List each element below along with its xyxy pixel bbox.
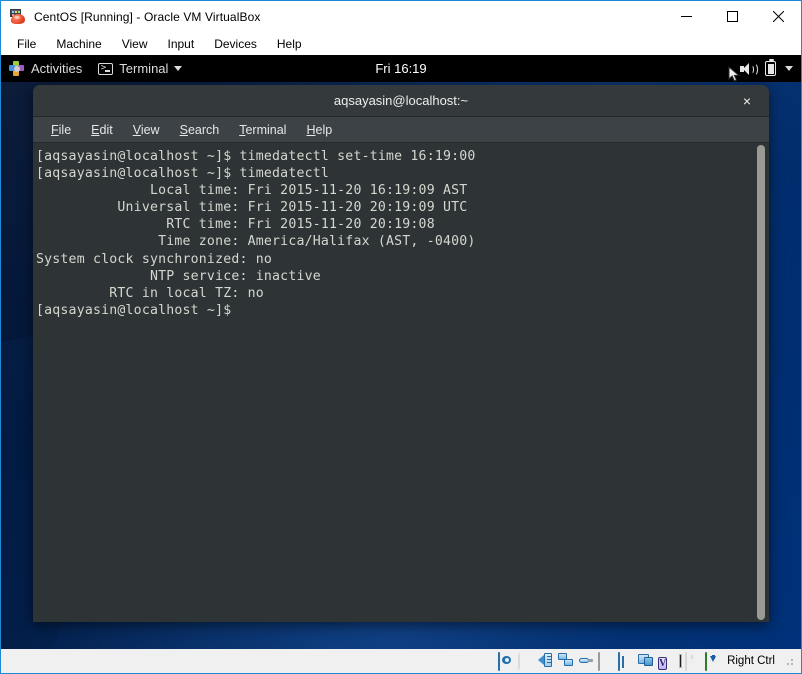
mnemonic-v: V	[132, 122, 141, 137]
statusbar-icons: V	[498, 652, 722, 671]
vbox-menu-devices[interactable]: Devices	[204, 35, 267, 53]
terminal-title: aqsayasin@localhost:~	[333, 93, 469, 108]
optical-disk-icon[interactable]	[518, 652, 535, 671]
maximize-button[interactable]	[709, 1, 755, 32]
activities-label: Activities	[31, 61, 83, 76]
vbox-menu-file[interactable]: File	[7, 35, 46, 53]
mnemonic-s: S	[179, 122, 188, 137]
minimize-icon	[680, 16, 692, 17]
virtualbox-features-icon[interactable]: V	[658, 653, 675, 670]
terminal-menu-file[interactable]: File	[41, 123, 81, 137]
vbox-menu-input[interactable]: Input	[158, 35, 205, 53]
statusbar-caret	[679, 654, 683, 668]
terminal-menubar: File Edit View Search Terminal Help	[33, 117, 769, 143]
vbox-menu-machine[interactable]: Machine	[46, 35, 111, 53]
close-button[interactable]	[755, 1, 801, 32]
battery-icon	[765, 59, 776, 76]
window-titlebar: CentOS [Running] - Oracle VM VirtualBox	[1, 1, 801, 32]
app-menu-terminal[interactable]: Terminal	[92, 55, 188, 82]
recording-icon[interactable]	[638, 653, 655, 669]
terminal-menu-help[interactable]: Help	[296, 123, 342, 137]
shared-folders-icon[interactable]	[598, 652, 615, 671]
network-icon[interactable]	[558, 653, 575, 669]
resize-grip-icon[interactable]	[783, 655, 795, 667]
terminal-scrollbar[interactable]	[753, 143, 769, 622]
terminal-menu-edit[interactable]: Edit	[81, 123, 123, 137]
terminal-icon	[98, 62, 114, 75]
mouse-pointer-icon	[728, 65, 740, 82]
chevron-down-icon	[174, 66, 183, 71]
vbox-menu-view[interactable]: View	[112, 35, 158, 53]
virtualbox-statusbar: V Right Ctrl	[1, 649, 801, 673]
tray-chevron-down-icon	[785, 66, 793, 71]
terminal-menu-search[interactable]: Search	[170, 123, 230, 137]
audio-icon[interactable]	[538, 653, 555, 669]
host-key-icon[interactable]	[705, 652, 722, 671]
usb-icon[interactable]	[578, 653, 595, 669]
scrollbar-thumb[interactable]	[757, 145, 765, 620]
virtualbox-window: CentOS [Running] - Oracle VM VirtualBox	[0, 0, 802, 674]
vbox-menu-help[interactable]: Help	[267, 35, 312, 53]
activities-button[interactable]: Activities	[1, 55, 92, 82]
mnemonic-e: E	[91, 122, 100, 137]
terminal-titlebar[interactable]: aqsayasin@localhost:~ ×	[33, 85, 769, 117]
terminal-output[interactable]: [aqsayasin@localhost ~]$ timedatectl set…	[33, 143, 753, 622]
maximize-icon	[726, 11, 738, 22]
virtualbox-menubar: File Machine View Input Devices Help	[1, 32, 801, 55]
close-icon	[772, 11, 784, 22]
terminal-body[interactable]: [aqsayasin@localhost ~]$ timedatectl set…	[33, 143, 769, 622]
window-controls	[663, 1, 801, 32]
mnemonic-h: H	[306, 122, 316, 137]
centos-pinwheel-icon	[9, 61, 24, 76]
gnome-top-bar: Activities Terminal Fri 16:19	[1, 55, 801, 82]
mouse-integration-icon[interactable]	[685, 652, 702, 671]
display-icon[interactable]	[618, 652, 635, 671]
virtualbox-vm-icon	[10, 8, 26, 25]
mnemonic-t: T	[239, 122, 246, 137]
gnome-system-tray[interactable]	[728, 55, 793, 82]
mnemonic-f: F	[51, 122, 59, 137]
app-menu-label: Terminal	[119, 61, 169, 76]
hard-disk-icon[interactable]	[498, 652, 515, 671]
terminal-menu-view[interactable]: View	[123, 123, 170, 137]
terminal-close-icon[interactable]: ×	[737, 85, 757, 116]
volume-icon	[728, 62, 758, 82]
host-key-label: Right Ctrl	[727, 655, 775, 667]
terminal-window: aqsayasin@localhost:~ × File Edit View S…	[33, 85, 769, 622]
terminal-menu-terminal[interactable]: Terminal	[229, 123, 296, 137]
window-title: CentOS [Running] - Oracle VM VirtualBox	[34, 9, 261, 24]
guest-screen[interactable]: Activities Terminal Fri 16:19	[1, 55, 801, 649]
minimize-button[interactable]	[663, 1, 709, 32]
